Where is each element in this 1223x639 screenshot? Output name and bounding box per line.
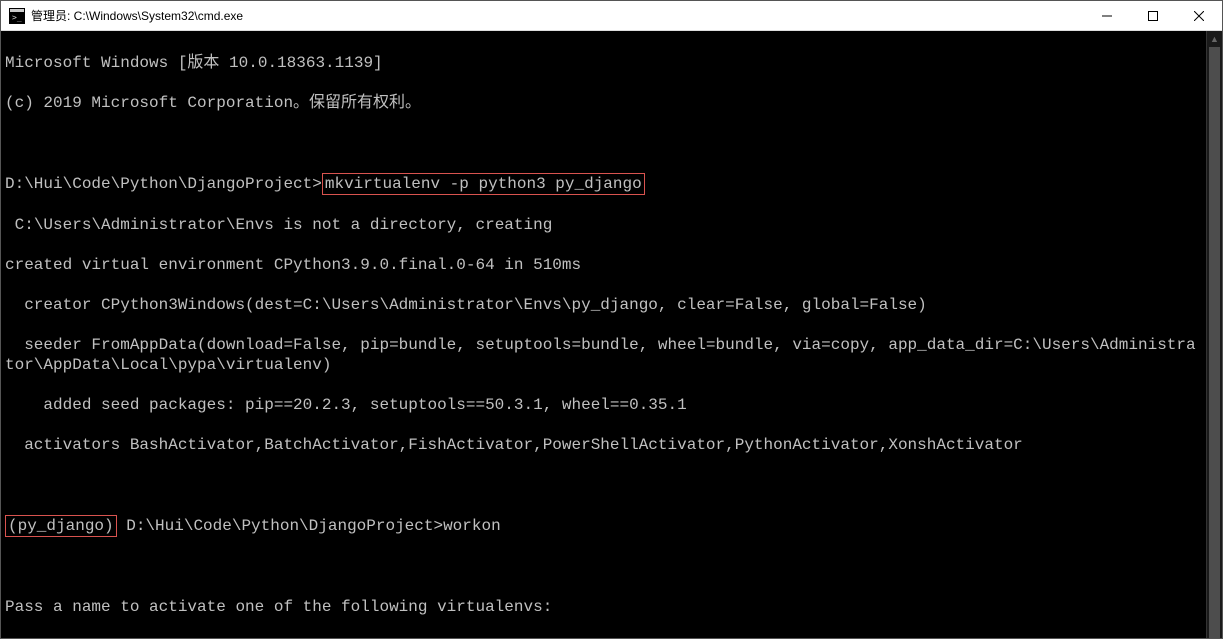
prompt-path: D:\Hui\Code\Python\DjangoProject> [117, 517, 443, 535]
scroll-track[interactable] [1207, 47, 1222, 639]
terminal-output[interactable]: Microsoft Windows [版本 10.0.18363.1139] (… [1, 31, 1206, 639]
terminal-line: added seed packages: pip==20.2.3, setupt… [5, 395, 1202, 415]
terminal-line [5, 475, 1202, 495]
terminal-line [5, 133, 1202, 153]
cmd-icon: >_ [9, 8, 25, 24]
highlighted-env: (py_django) [5, 515, 117, 537]
prompt-path: D:\Hui\Code\Python\DjangoProject> [5, 175, 322, 193]
minimize-button[interactable] [1084, 1, 1130, 31]
terminal-line: C:\Users\Administrator\Envs is not a dir… [5, 215, 1202, 235]
terminal-line: activators BashActivator,BatchActivator,… [5, 435, 1202, 455]
scroll-up-arrow[interactable]: ▲ [1207, 31, 1222, 47]
titlebar[interactable]: >_ 管理员: C:\Windows\System32\cmd.exe [1, 1, 1222, 31]
terminal-line: created virtual environment CPython3.9.0… [5, 255, 1202, 275]
maximize-button[interactable] [1130, 1, 1176, 31]
terminal-line: Microsoft Windows [版本 10.0.18363.1139] [5, 53, 1202, 73]
window-title: 管理员: C:\Windows\System32\cmd.exe [31, 7, 243, 24]
command-text: workon [443, 517, 501, 535]
highlighted-command: mkvirtualenv -p python3 py_django [322, 173, 645, 195]
cmd-window: >_ 管理员: C:\Windows\System32\cmd.exe Micr… [0, 0, 1223, 639]
terminal-line: Pass a name to activate one of the follo… [5, 597, 1202, 617]
terminal-line: (c) 2019 Microsoft Corporation。保留所有权利。 [5, 93, 1202, 113]
terminal-line: (py_django) D:\Hui\Code\Python\DjangoPro… [5, 515, 1202, 537]
close-button[interactable] [1176, 1, 1222, 31]
vertical-scrollbar[interactable]: ▲ ▼ [1206, 31, 1222, 639]
terminal-line [5, 557, 1202, 577]
terminal-line: creator CPython3Windows(dest=C:\Users\Ad… [5, 295, 1202, 315]
scroll-thumb[interactable] [1209, 47, 1220, 639]
terminal-line: D:\Hui\Code\Python\DjangoProject>mkvirtu… [5, 173, 1202, 195]
terminal-line: seeder FromAppData(download=False, pip=b… [5, 335, 1202, 375]
svg-text:>_: >_ [12, 13, 22, 22]
